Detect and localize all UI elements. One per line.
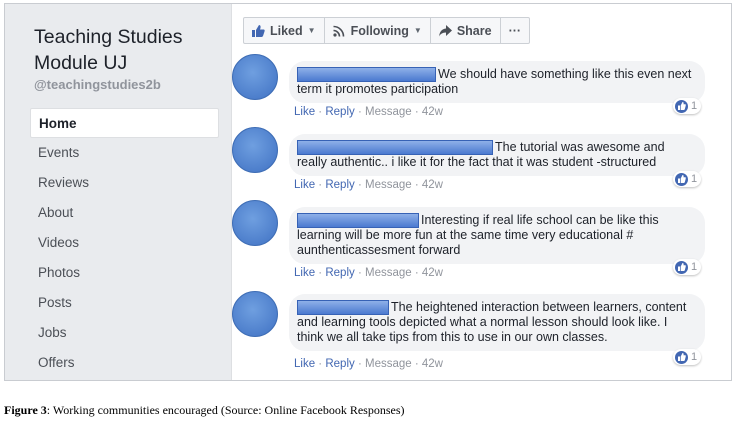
page-sidebar: Teaching Studies Module UJ @teachingstud… (5, 4, 229, 380)
figure-caption: Figure 3: Working communities encouraged… (4, 403, 405, 418)
following-button[interactable]: Following ▼ (323, 17, 431, 44)
more-dots-icon: ··· (508, 23, 522, 38)
avatar[interactable] (232, 291, 278, 337)
nav-item-home[interactable]: Home (30, 108, 219, 138)
timestamp[interactable]: 42w (422, 106, 443, 118)
timestamp[interactable]: 42w (422, 267, 443, 279)
comment-actions: Like · Reply · Message · 42w (294, 267, 443, 279)
more-options-button[interactable]: ··· (499, 17, 531, 44)
reaction-count[interactable]: 1 (673, 349, 702, 365)
thumbs-up-icon (252, 24, 265, 37)
main-feed: Liked ▼ Following ▼ Share ··· We should … (231, 4, 731, 380)
facebook-page-screenshot: Teaching Studies Module UJ @teachingstud… (4, 3, 732, 381)
nav-item-photos[interactable]: Photos (30, 258, 219, 288)
comment-actions: Like · Reply · Message · 42w (294, 106, 443, 118)
redacted-name (297, 300, 389, 315)
timestamp[interactable]: 42w (422, 358, 443, 370)
reaction-number: 1 (691, 261, 698, 273)
nav-item-videos[interactable]: Videos (30, 228, 219, 258)
reaction-number: 1 (691, 173, 698, 185)
chevron-down-icon: ▼ (307, 26, 316, 35)
message-link[interactable]: Message (365, 267, 412, 279)
reaction-count[interactable]: 1 (673, 259, 702, 275)
separator: · (354, 358, 365, 370)
separator: · (315, 358, 326, 370)
redacted-name (297, 67, 436, 82)
caption-text: : Working communities encouraged (Source… (46, 403, 405, 417)
avatar[interactable] (232, 200, 278, 246)
like-link[interactable]: Like (294, 179, 315, 191)
share-label: Share (456, 23, 492, 38)
like-link[interactable]: Like (294, 106, 315, 118)
comment-actions: Like · Reply · Message · 42w (294, 179, 443, 191)
separator: · (354, 267, 365, 279)
comment-bubble: The heightened interaction between learn… (289, 294, 705, 351)
comment-bubble: We should have something like this even … (289, 61, 705, 103)
like-reaction-icon (675, 350, 688, 364)
timestamp[interactable]: 42w (422, 179, 443, 191)
separator: · (315, 179, 326, 191)
page-nav: Home Events Reviews About Videos Photos … (30, 108, 219, 378)
reaction-count[interactable]: 1 (673, 171, 702, 187)
separator: · (315, 106, 326, 118)
avatar[interactable] (232, 54, 278, 100)
separator: · (411, 267, 422, 279)
reply-link[interactable]: Reply (325, 267, 354, 279)
redacted-name (297, 140, 493, 155)
chevron-down-icon: ▼ (413, 26, 422, 35)
like-link[interactable]: Like (294, 267, 315, 279)
following-label: Following (350, 23, 409, 38)
nav-item-posts[interactable]: Posts (30, 288, 219, 318)
separator: · (354, 106, 365, 118)
separator: · (411, 358, 422, 370)
reaction-count[interactable]: 1 (673, 98, 702, 114)
message-link[interactable]: Message (365, 106, 412, 118)
figure-label: Figure 3 (4, 403, 47, 417)
liked-label: Liked (270, 23, 303, 38)
share-button[interactable]: Share (429, 17, 501, 44)
redacted-name (297, 213, 419, 228)
comment-bubble: The tutorial was awesome and really auth… (289, 134, 705, 176)
reaction-number: 1 (691, 100, 698, 112)
separator: · (411, 179, 422, 191)
nav-item-jobs[interactable]: Jobs (30, 318, 219, 348)
message-link[interactable]: Message (365, 179, 412, 191)
separator: · (354, 179, 365, 191)
avatar[interactable] (232, 127, 278, 173)
share-arrow-icon (438, 24, 452, 37)
page-title: Teaching Studies Module UJ (34, 26, 183, 74)
nav-item-events[interactable]: Events (30, 138, 219, 168)
reply-link[interactable]: Reply (325, 179, 354, 191)
like-link[interactable]: Like (294, 358, 315, 370)
reply-link[interactable]: Reply (325, 106, 354, 118)
liked-button[interactable]: Liked ▼ (243, 17, 325, 44)
page-handle[interactable]: @teachingstudies2b (34, 77, 161, 92)
comment-bubble: Interesting if real life school can be l… (289, 207, 705, 264)
nav-item-reviews[interactable]: Reviews (30, 168, 219, 198)
message-link[interactable]: Message (365, 358, 412, 370)
nav-item-about[interactable]: About (30, 198, 219, 228)
comment-actions: Like · Reply · Message · 42w (294, 358, 443, 370)
like-reaction-icon (675, 99, 688, 113)
reply-link[interactable]: Reply (325, 358, 354, 370)
separator: · (315, 267, 326, 279)
like-reaction-icon (675, 172, 688, 186)
like-reaction-icon (675, 260, 688, 274)
reaction-number: 1 (691, 351, 698, 363)
rss-icon (332, 25, 346, 37)
nav-item-offers[interactable]: Offers (30, 348, 219, 378)
page-action-bar: Liked ▼ Following ▼ Share ··· (243, 17, 531, 44)
separator: · (411, 106, 422, 118)
